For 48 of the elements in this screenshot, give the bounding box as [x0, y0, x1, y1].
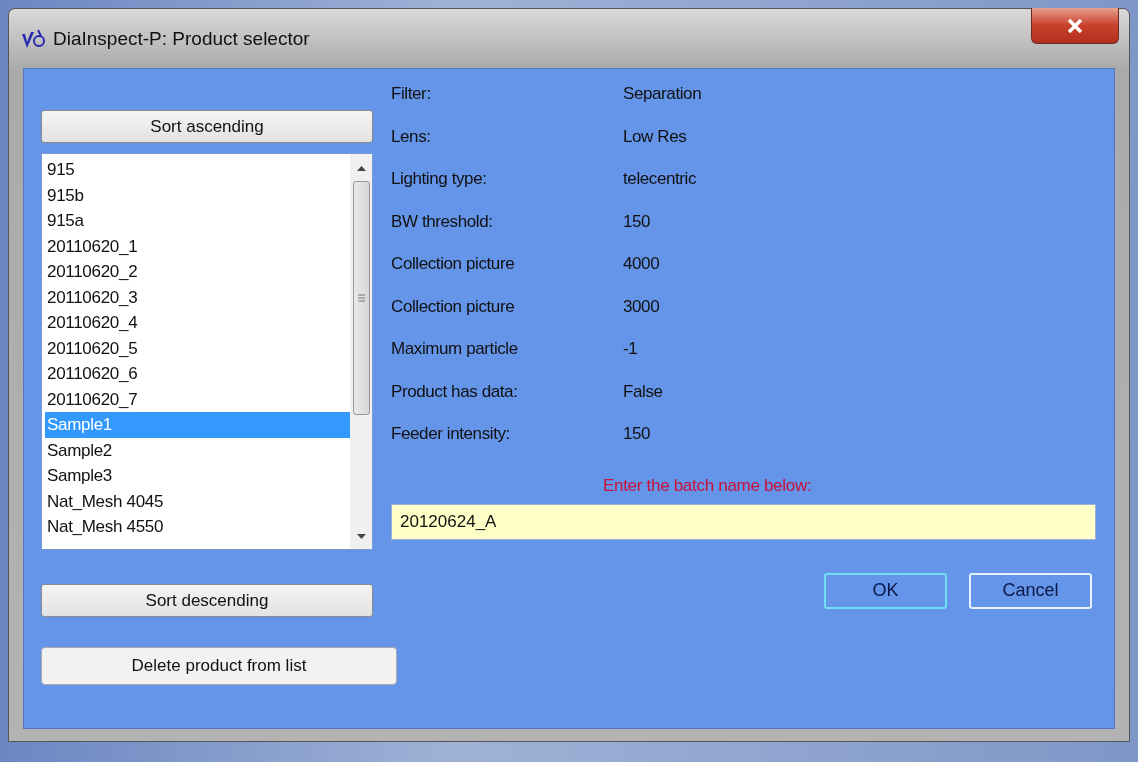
property-label: Product has data:	[391, 381, 519, 402]
property-value: telecentric	[623, 169, 697, 189]
property-value: Separation	[623, 84, 702, 104]
property-value: 150	[623, 424, 651, 444]
property-value: Low Res	[623, 126, 687, 147]
cancel-button[interactable]: Cancel	[969, 572, 1092, 609]
scrollbar[interactable]	[350, 154, 372, 549]
list-item[interactable]: 915	[45, 157, 350, 183]
property-value: 3000	[623, 296, 660, 317]
property-label: Feeder intensity:	[391, 424, 511, 444]
sort-ascending-button[interactable]: Sort ascending	[41, 110, 373, 143]
batch-name-field[interactable]: 20120624_A	[391, 503, 1096, 540]
list-item[interactable]: Nat_Mesh 4045	[45, 488, 350, 514]
grip-icon	[357, 294, 365, 302]
scroll-down-icon	[356, 534, 366, 539]
window-title: DiaInspect-P: Product selector	[53, 27, 310, 50]
sort-descending-button[interactable]: Sort descending	[41, 584, 373, 617]
list-item[interactable]: 20110620_3	[45, 284, 350, 310]
property-label: Lens:	[391, 126, 432, 147]
list-item[interactable]: 20110620_2	[45, 259, 350, 285]
property-label: Maximum particle	[391, 339, 519, 359]
property-label: Filter:	[391, 84, 432, 104]
scroll-thumb[interactable]	[352, 181, 370, 415]
batch-prompt: Enter the batch name below:	[603, 475, 813, 496]
list-item[interactable]: 20110620_4	[45, 310, 350, 336]
property-value: 150	[623, 211, 651, 232]
close-icon	[1067, 18, 1083, 33]
list-item[interactable]: Nat_Mesh 4550	[45, 514, 350, 540]
property-value: False	[623, 381, 663, 402]
list-item[interactable]: 915b	[45, 182, 350, 208]
property-value: -1	[623, 339, 638, 359]
ok-button[interactable]: OK	[824, 572, 947, 609]
list-item[interactable]: 20110620_5	[45, 335, 350, 361]
list-item[interactable]: 20110620_1	[45, 233, 350, 259]
property-value: 4000	[623, 254, 660, 274]
property-label: Collection picture	[391, 296, 516, 317]
property-label: BW threshold:	[391, 211, 494, 232]
list-item[interactable]: 20110620_7	[45, 386, 350, 412]
list-item[interactable]: Sample3	[45, 463, 350, 489]
app-logo-icon	[21, 27, 45, 50]
scroll-up-icon	[356, 166, 366, 171]
property-label: Lighting type:	[391, 169, 488, 189]
list-item[interactable]: 915a	[45, 208, 350, 234]
close-button[interactable]	[1031, 8, 1119, 44]
list-item[interactable]: 20110620_6	[45, 361, 350, 387]
list-item[interactable]: Sample2	[45, 437, 350, 463]
property-label: Collection picture	[391, 254, 516, 274]
delete-product-button[interactable]: Delete product from list	[41, 647, 397, 685]
